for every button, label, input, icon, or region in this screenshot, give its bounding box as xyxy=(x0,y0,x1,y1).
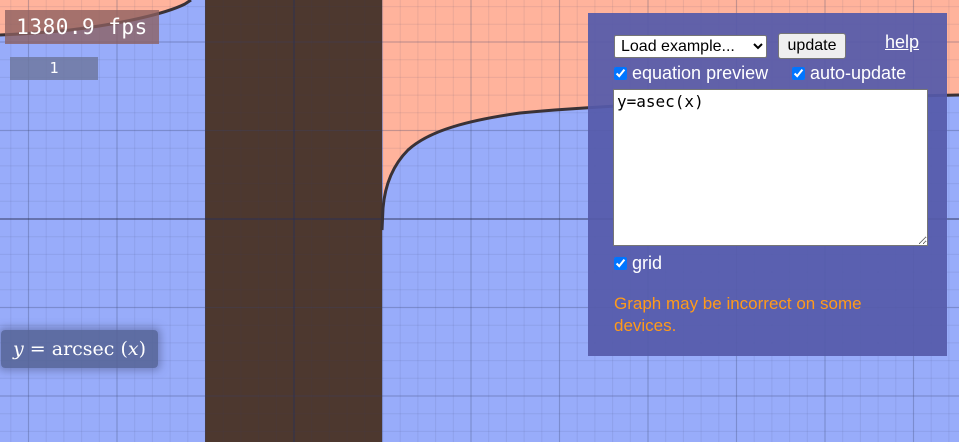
grid-toggle[interactable]: grid xyxy=(614,253,662,274)
grid-checkbox[interactable] xyxy=(614,257,627,270)
control-panel: Load example... update help equation pre… xyxy=(588,13,947,356)
example-select[interactable]: Load example... xyxy=(614,35,767,58)
frame-counter: 1 xyxy=(10,57,98,80)
equation-arg: x xyxy=(127,338,139,360)
help-link[interactable]: help xyxy=(885,32,919,53)
equation-input[interactable] xyxy=(613,89,928,246)
warning-message: Graph may be incorrect on some devices. xyxy=(614,294,862,335)
update-button[interactable]: update xyxy=(778,33,846,59)
grid-label: grid xyxy=(632,253,663,273)
equation-label: y = arcsec (x) xyxy=(1,330,158,368)
equation-paren-open: ( xyxy=(120,338,128,360)
auto-update-checkbox[interactable] xyxy=(792,67,805,80)
equation-equals: = xyxy=(29,338,46,360)
equation-paren-close: ) xyxy=(138,338,147,360)
equation-preview-label: equation preview xyxy=(632,63,769,83)
auto-update-toggle[interactable]: auto-update xyxy=(792,63,906,84)
equation-preview-toggle[interactable]: equation preview xyxy=(614,63,768,84)
auto-update-label: auto-update xyxy=(810,63,907,83)
fps-counter: 1380.9 fps xyxy=(5,10,159,44)
equation-function: arcsec xyxy=(51,338,115,360)
equation-lhs: y xyxy=(13,338,24,360)
equation-preview-checkbox[interactable] xyxy=(614,67,627,80)
